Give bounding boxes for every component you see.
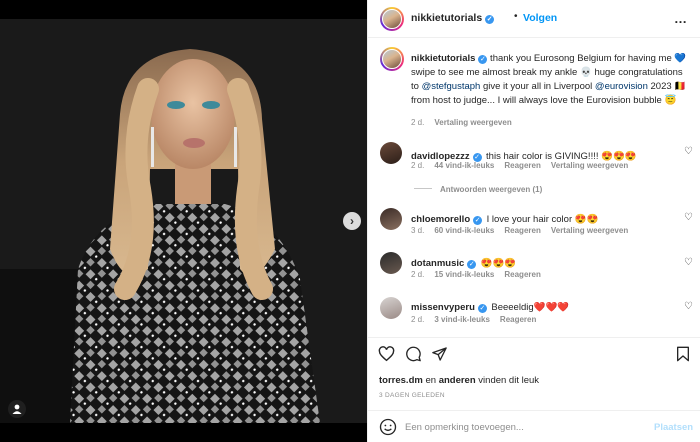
save-bookmark-icon[interactable] (676, 346, 690, 362)
post-comment-button[interactable]: Plaatsen (654, 422, 693, 433)
comment-likes[interactable]: 15 vind-ik-leuks (434, 270, 494, 279)
comment-text: 😍😍😍 (480, 258, 517, 269)
caption-time[interactable]: 2 d. (411, 118, 424, 127)
share-paper-plane-icon[interactable] (431, 346, 448, 362)
liker-username[interactable]: torres.dm (379, 375, 423, 386)
separator-dot: • (514, 11, 518, 22)
comment-meta: 2 d. 3 vind-ik-leuks Reageren (411, 315, 546, 324)
next-image-button[interactable]: › (343, 212, 361, 230)
comment-translate-link[interactable]: Vertaling weergeven (551, 226, 628, 235)
comment-time[interactable]: 2 d. (411, 161, 424, 170)
comment-username[interactable]: dotanmusic (411, 258, 464, 269)
comment-time[interactable]: 3 d. (411, 226, 424, 235)
add-comment-bar: Een opmerking toevoegen... Plaatsen (368, 410, 700, 442)
like-comment-heart-icon[interactable]: ♡ (684, 301, 693, 312)
like-comment-heart-icon[interactable]: ♡ (684, 146, 693, 157)
blue-heart-emoji: 💙 (674, 53, 687, 64)
post-header: nikkietutorials ✓ • Volgen … (368, 0, 700, 38)
emoji-smiley-icon[interactable] (379, 418, 397, 436)
comment-avatar[interactable] (380, 252, 402, 274)
replies-line (414, 188, 432, 189)
comment-avatar[interactable] (380, 297, 402, 319)
author-avatar[interactable] (380, 7, 404, 31)
like-comment-heart-icon[interactable]: ♡ (684, 257, 693, 268)
post-media: › (0, 0, 367, 442)
comment-time[interactable]: 2 d. (411, 270, 424, 279)
post-caption: nikkietutorials ✓ thank you Eurosong Belg… (411, 53, 687, 106)
angel-emoji: 😇 (664, 95, 677, 106)
reply-button[interactable]: Reageren (504, 161, 540, 170)
comment-time[interactable]: 2 d. (411, 315, 424, 324)
skull-emoji: 💀 (579, 67, 592, 78)
comment-row: dotanmusic ✓ 😍😍😍 (411, 253, 671, 271)
comment-likes[interactable]: 44 vind-ik-leuks (434, 161, 494, 170)
caption-translate-link[interactable]: Vertaling weergeven (434, 118, 511, 127)
comment-translate-link[interactable]: Vertaling weergeven (551, 161, 628, 170)
caption-meta: 2 d. Vertaling weergeven (411, 118, 522, 127)
comment-avatar[interactable] (380, 142, 402, 164)
instagram-post-modal: › nikkietutorials ✓ • Volgen … nikkietuto… (0, 0, 700, 442)
verified-badge-icon: ✓ (473, 216, 483, 225)
verified-badge-icon: ✓ (467, 260, 477, 269)
comment-row: missenvyperu ✓ Beeeeldig❤️❤️❤️ (411, 297, 671, 315)
post-side-panel: nikkietutorials ✓ • Volgen … nikkietutori… (367, 0, 700, 442)
view-replies-button[interactable]: Antwoorden weergeven (1) (414, 185, 542, 194)
verified-badge-icon: ✓ (485, 15, 495, 24)
caption-username[interactable]: nikkietutorials (411, 53, 475, 64)
comment-meta: 2 d. 44 vind-ik-leuks Reageren Vertaling we… (411, 161, 638, 170)
like-heart-icon[interactable] (378, 346, 395, 362)
likes-summary: torres.dm en anderen vinden dit leuk (379, 375, 540, 386)
comment-input[interactable]: Een opmerking toevoegen... (405, 422, 524, 433)
mention-stefgustaph[interactable]: @stefgustaph (422, 81, 481, 92)
comment-username[interactable]: missenvyperu (411, 302, 475, 313)
comment-meta: 2 d. 15 vind-ik-leuks Reageren (411, 270, 551, 279)
verified-badge-icon: ✓ (477, 304, 487, 313)
comment-likes[interactable]: 60 vind-ik-leuks (434, 226, 494, 235)
more-options-icon[interactable]: … (674, 11, 688, 26)
comment-username[interactable]: chloemorello (411, 214, 470, 225)
reply-button[interactable]: Reageren (500, 315, 536, 324)
tagged-user-icon[interactable] (8, 400, 26, 418)
post-actions-bar: torres.dm en anderen vinden dit leuk 3 D… (368, 337, 700, 442)
comment-avatar[interactable] (380, 208, 402, 230)
comment-likes[interactable]: 3 vind-ik-leuks (434, 315, 490, 324)
mention-eurovision[interactable]: @eurovision (595, 81, 648, 92)
comment-text: Beeeeldig❤️❤️❤️ (491, 302, 570, 313)
comment-bubble-icon[interactable] (405, 346, 422, 362)
caption-avatar[interactable] (380, 47, 404, 71)
comment-text: I love your hair color 😍😍 (486, 214, 599, 225)
comment-meta: 3 d. 60 vind-ik-leuks Reageren Vertaling we… (411, 226, 638, 235)
comment-row: chloemorello ✓ I love your hair color 😍😍 (411, 209, 671, 227)
author-username[interactable]: nikkietutorials ✓ (411, 12, 495, 24)
reply-button[interactable]: Reageren (504, 226, 540, 235)
post-date[interactable]: 3 DAGEN GELEDEN (379, 392, 445, 399)
reply-button[interactable]: Reageren (504, 270, 540, 279)
likes-others-link[interactable]: anderen (439, 375, 476, 386)
portrait-image (0, 19, 367, 423)
like-comment-heart-icon[interactable]: ♡ (684, 212, 693, 223)
post-photo[interactable] (0, 19, 367, 423)
follow-button[interactable]: Volgen (523, 12, 557, 24)
